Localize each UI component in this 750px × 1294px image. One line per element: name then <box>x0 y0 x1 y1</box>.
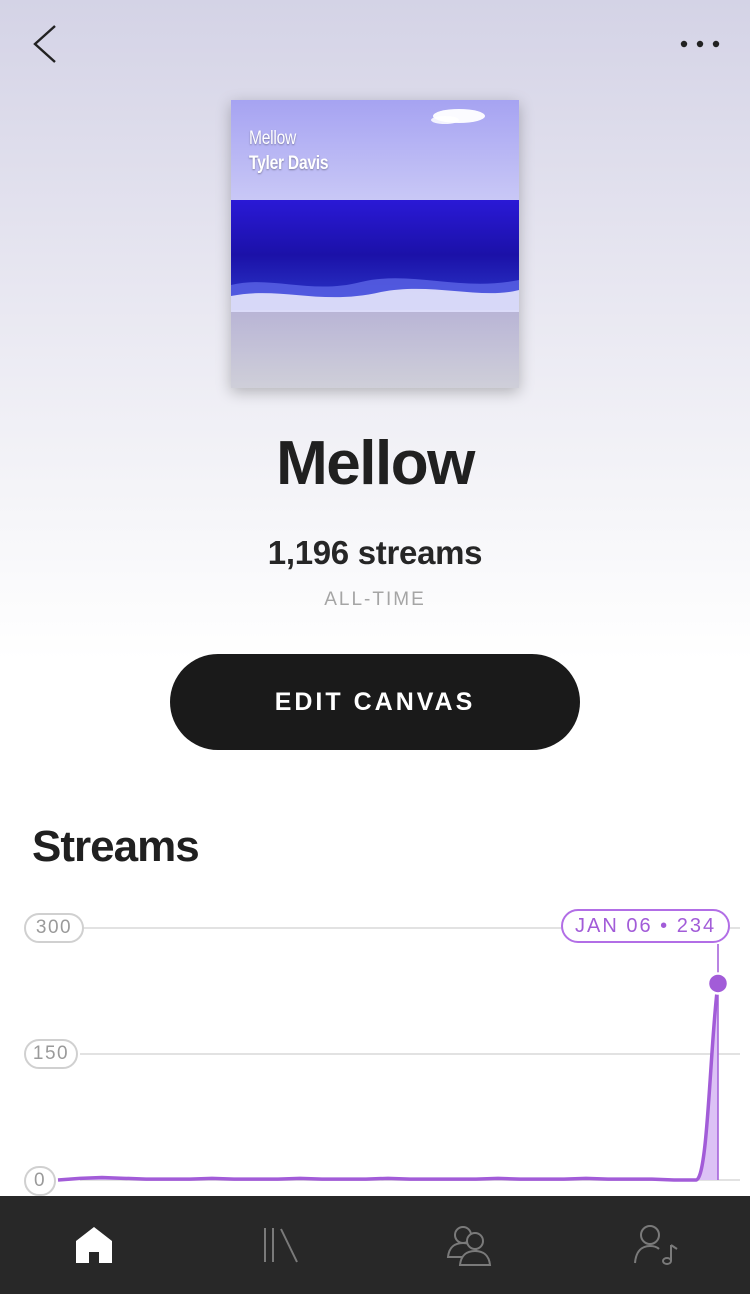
audience-icon <box>446 1226 491 1266</box>
streams-section-title: Streams <box>32 822 200 871</box>
streams-count: 1,196 streams <box>267 534 483 571</box>
streams-line <box>57 983 720 1182</box>
streams-chart[interactable]: 300 150 0 JAN 06 • 234 <box>0 900 750 1196</box>
tab-audience[interactable] <box>375 1196 563 1294</box>
edit-canvas-button[interactable]: EDIT CANVAS <box>170 654 580 750</box>
bottom-tab-bar <box>0 1196 750 1294</box>
y-tick-label: 0 <box>24 1166 56 1196</box>
cover-artist: Tyler Davis <box>249 153 329 174</box>
cover-title: Mellow <box>249 128 297 149</box>
chevron-left-icon <box>33 25 56 63</box>
back-button[interactable] <box>22 20 70 68</box>
top-bar <box>0 0 750 90</box>
streams-area <box>58 983 718 1180</box>
tab-profile[interactable] <box>563 1196 750 1294</box>
period-label: ALL-TIME <box>324 589 426 610</box>
library-icon <box>264 1228 299 1263</box>
data-point-tooltip: JAN 06 • 234 <box>561 909 731 943</box>
y-tick-label: 150 <box>24 1039 78 1069</box>
album-cover: Mellow Tyler Davis <box>231 100 519 388</box>
artist-profile-icon <box>634 1225 678 1265</box>
song-title: Mellow <box>276 429 475 498</box>
streams-chart-plot <box>57 927 740 1182</box>
y-tick-label: 300 <box>24 913 84 943</box>
more-options-button[interactable] <box>676 28 724 60</box>
home-icon <box>75 1227 112 1263</box>
more-horizontal-icon <box>680 40 720 48</box>
highlight-point[interactable] <box>706 972 730 995</box>
cover-text: Mellow Tyler Davis <box>249 126 346 176</box>
tab-home[interactable] <box>0 1196 188 1294</box>
tab-library[interactable] <box>188 1196 376 1294</box>
